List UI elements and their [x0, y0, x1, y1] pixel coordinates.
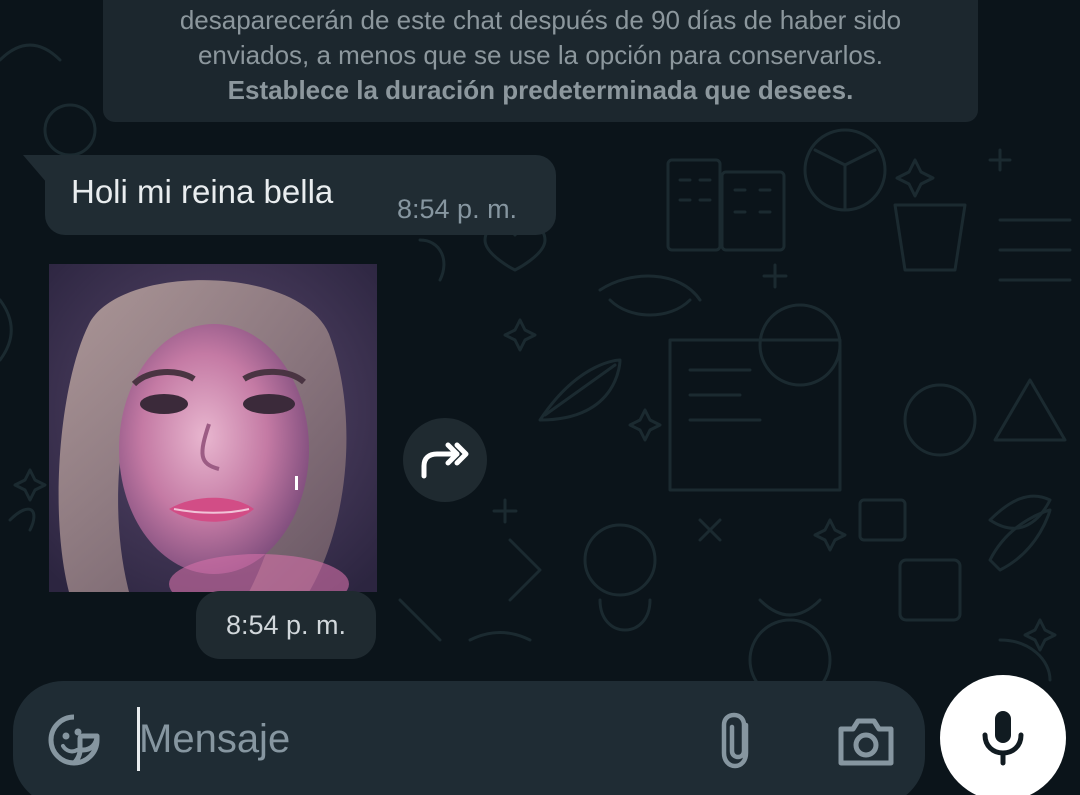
message-timestamp: 8:54 p. m.: [397, 194, 518, 224]
attach-button[interactable]: [713, 711, 763, 771]
set-default-duration-link[interactable]: Establece la duración predeterminada que…: [103, 73, 978, 108]
message-input[interactable]: [139, 701, 699, 777]
forward-icon: [421, 442, 469, 479]
sticker-smiley-icon: [48, 714, 100, 766]
sticker-image[interactable]: [49, 264, 377, 592]
microphone-icon: [982, 711, 1024, 766]
message-text: Holi mi reina bella: [71, 173, 334, 210]
camera-button[interactable]: [835, 713, 897, 769]
incoming-message-bubble[interactable]: Holi mi reina bella 8:54 p. m.: [45, 155, 556, 235]
disappearing-messages-notice: desaparecerán de este chat después de 90…: [103, 0, 978, 122]
sticker-portrait-illustration: [49, 264, 377, 592]
bubble-tail: [23, 155, 47, 183]
sticker-timestamp: 8:54 p. m.: [196, 591, 376, 659]
notice-line-1: desaparecerán de este chat después de 90…: [179, 5, 902, 35]
emoji-sticker-button[interactable]: [46, 712, 102, 768]
notice-line-2: enviados, a menos que se use la opción p…: [197, 40, 884, 70]
paperclip-icon: [721, 712, 749, 769]
message-composer: [13, 681, 925, 795]
forward-button[interactable]: [403, 418, 487, 502]
voice-message-button[interactable]: [940, 675, 1066, 795]
chat-screen: desaparecerán de este chat después de 90…: [0, 0, 1080, 795]
camera-icon: [838, 718, 894, 766]
